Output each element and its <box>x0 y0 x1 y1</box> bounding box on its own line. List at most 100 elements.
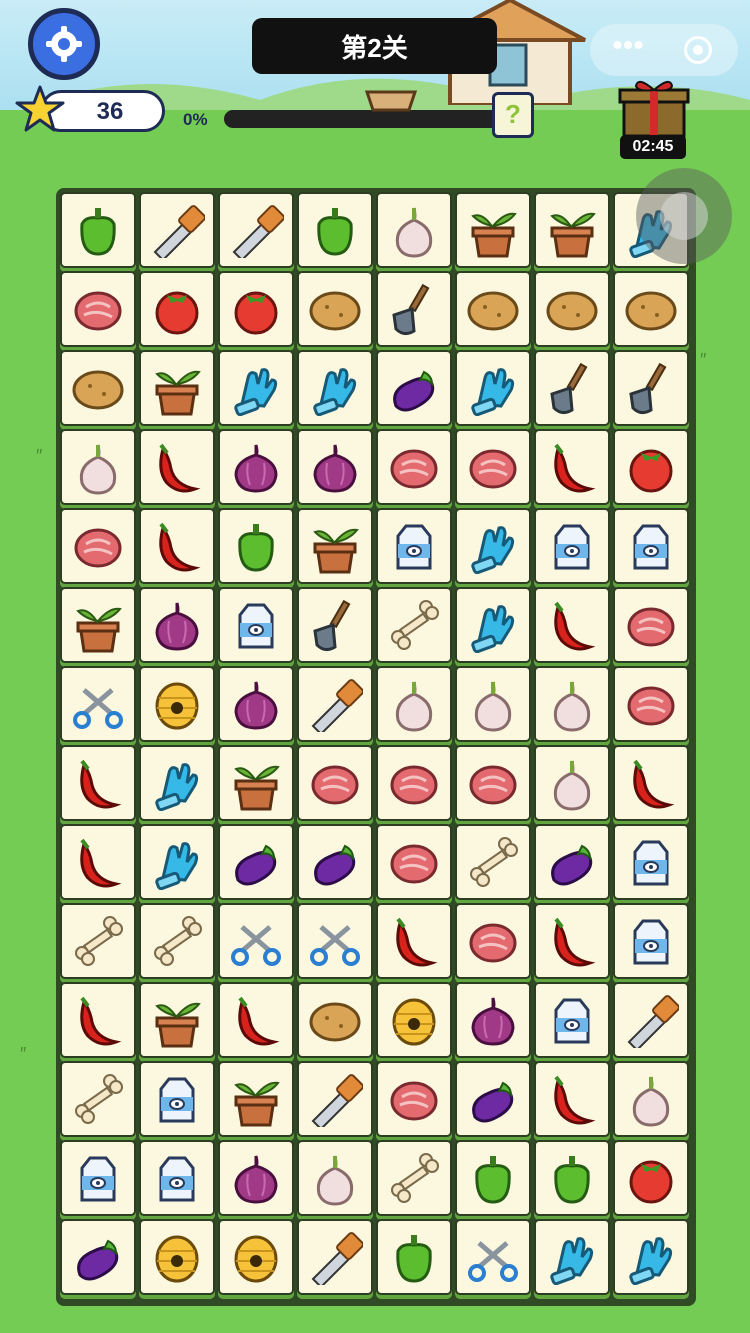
tile-pepper[interactable] <box>60 192 136 268</box>
tile-milk[interactable] <box>60 1140 136 1216</box>
tile-chili[interactable] <box>534 429 610 505</box>
tile-chili[interactable] <box>139 429 215 505</box>
tile-onion[interactable] <box>218 1140 294 1216</box>
tile-milk[interactable] <box>139 1061 215 1137</box>
tile-bone[interactable] <box>60 903 136 979</box>
tile-meat[interactable] <box>455 429 531 505</box>
tile-eggplant[interactable] <box>534 824 610 900</box>
tile-meat[interactable] <box>60 271 136 347</box>
tile-hive[interactable] <box>218 1219 294 1295</box>
tile-pepper[interactable] <box>218 508 294 584</box>
tile-pot[interactable] <box>218 745 294 821</box>
tile-meat[interactable] <box>376 824 452 900</box>
tile-potato[interactable] <box>613 271 689 347</box>
tile-tomato[interactable] <box>613 1140 689 1216</box>
tile-milk[interactable] <box>613 824 689 900</box>
tile-milk[interactable] <box>218 587 294 663</box>
tile-garlic[interactable] <box>534 745 610 821</box>
tile-milk[interactable] <box>534 508 610 584</box>
tile-pot[interactable] <box>534 192 610 268</box>
tile-pot[interactable] <box>455 192 531 268</box>
tile-tomato[interactable] <box>218 271 294 347</box>
tile-hive[interactable] <box>139 1219 215 1295</box>
tile-eggplant[interactable] <box>297 824 373 900</box>
tile-pot[interactable] <box>218 1061 294 1137</box>
tile-eggplant[interactable] <box>218 824 294 900</box>
tile-glove[interactable] <box>455 508 531 584</box>
tile-glove[interactable] <box>297 350 373 426</box>
settings-button[interactable] <box>28 8 100 80</box>
tile-saw[interactable] <box>139 192 215 268</box>
tile-meat[interactable] <box>613 666 689 742</box>
tile-bone[interactable] <box>60 1061 136 1137</box>
tile-chili[interactable] <box>218 982 294 1058</box>
tile-garlic[interactable] <box>534 666 610 742</box>
tile-tomato[interactable] <box>613 429 689 505</box>
tile-scissors[interactable] <box>218 903 294 979</box>
tile-glove[interactable] <box>455 587 531 663</box>
tile-saw[interactable] <box>297 1061 373 1137</box>
tile-pot[interactable] <box>139 350 215 426</box>
tile-meat[interactable] <box>455 903 531 979</box>
tile-onion[interactable] <box>139 587 215 663</box>
tile-saw[interactable] <box>297 666 373 742</box>
tile-onion[interactable] <box>218 429 294 505</box>
tile-onion[interactable] <box>455 982 531 1058</box>
tile-shovel[interactable] <box>613 350 689 426</box>
tile-meat[interactable] <box>376 1061 452 1137</box>
tile-glove[interactable] <box>139 745 215 821</box>
tile-chili[interactable] <box>534 1061 610 1137</box>
tile-chili[interactable] <box>60 745 136 821</box>
tile-saw[interactable] <box>613 982 689 1058</box>
gift-icon[interactable] <box>618 76 690 138</box>
tile-saw[interactable] <box>297 1219 373 1295</box>
tile-pot[interactable] <box>60 587 136 663</box>
tile-meat[interactable] <box>297 745 373 821</box>
tile-hive[interactable] <box>376 982 452 1058</box>
tile-eggplant[interactable] <box>376 350 452 426</box>
tile-glove[interactable] <box>613 1219 689 1295</box>
tile-pepper[interactable] <box>534 1140 610 1216</box>
tile-glove[interactable] <box>455 350 531 426</box>
tile-tomato[interactable] <box>139 271 215 347</box>
tile-pepper[interactable] <box>376 1219 452 1295</box>
tile-saw[interactable] <box>218 192 294 268</box>
more-menu-button[interactable]: ••• <box>608 24 648 76</box>
tile-garlic[interactable] <box>613 1061 689 1137</box>
tile-scissors[interactable] <box>455 1219 531 1295</box>
tile-eggplant[interactable] <box>60 1219 136 1295</box>
tile-pepper[interactable] <box>297 192 373 268</box>
tile-garlic[interactable] <box>376 192 452 268</box>
tile-bone[interactable] <box>376 587 452 663</box>
tile-meat[interactable] <box>376 745 452 821</box>
tile-shovel[interactable] <box>297 587 373 663</box>
tile-onion[interactable] <box>218 666 294 742</box>
tile-chili[interactable] <box>613 745 689 821</box>
tile-chili[interactable] <box>60 982 136 1058</box>
tile-milk[interactable] <box>376 508 452 584</box>
tile-glove[interactable] <box>218 350 294 426</box>
tile-meat[interactable] <box>60 508 136 584</box>
tile-shovel[interactable] <box>376 271 452 347</box>
tile-hive[interactable] <box>139 666 215 742</box>
tile-potato[interactable] <box>297 271 373 347</box>
tile-potato[interactable] <box>297 982 373 1058</box>
tile-garlic[interactable] <box>455 666 531 742</box>
tile-glove[interactable] <box>139 824 215 900</box>
tile-garlic[interactable] <box>297 1140 373 1216</box>
tile-chili[interactable] <box>534 903 610 979</box>
tile-pot[interactable] <box>139 982 215 1058</box>
tile-scissors[interactable] <box>60 666 136 742</box>
tile-potato[interactable] <box>534 271 610 347</box>
tile-chili[interactable] <box>139 508 215 584</box>
tile-chili[interactable] <box>60 824 136 900</box>
tile-milk[interactable] <box>613 903 689 979</box>
tile-bone[interactable] <box>376 1140 452 1216</box>
tile-shovel[interactable] <box>534 350 610 426</box>
tile-glove[interactable] <box>534 1219 610 1295</box>
tile-meat[interactable] <box>613 587 689 663</box>
tile-garlic[interactable] <box>376 666 452 742</box>
tile-milk[interactable] <box>139 1140 215 1216</box>
tile-scissors[interactable] <box>297 903 373 979</box>
floating-assist-button[interactable] <box>636 168 732 264</box>
